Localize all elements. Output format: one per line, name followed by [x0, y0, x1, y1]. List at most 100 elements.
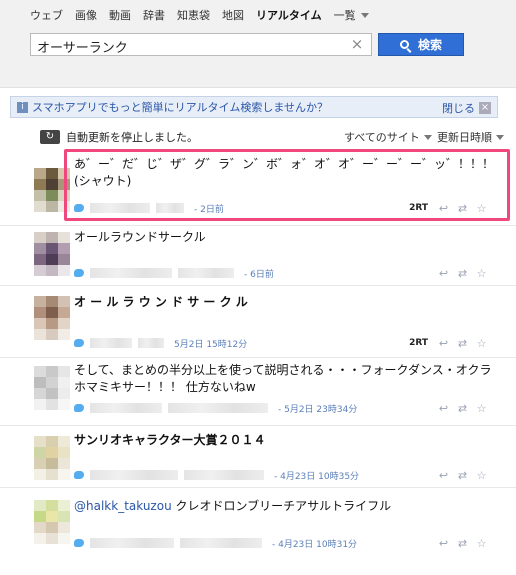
user-name-blurred[interactable]	[90, 203, 150, 213]
user-id-blurred[interactable]	[180, 538, 262, 548]
nav-images[interactable]: 画像	[75, 7, 97, 23]
site-filter-dropdown[interactable]: すべてのサイト	[344, 129, 432, 145]
avatar[interactable]	[34, 168, 70, 212]
retweet-icon[interactable]: ⇄	[456, 538, 469, 549]
tweet-time[interactable]: - 4月23日 10時35分	[274, 469, 359, 482]
site-filter-label: すべてのサイト	[344, 131, 420, 144]
close-icon: ×	[479, 102, 491, 114]
chevron-down-icon	[496, 134, 504, 140]
tweet-item: あ゛ー゛だ゛じ゛ザ゛グ゛ラ゛ン゛ボ゛ォ゛オ゛オ゛ー゛ー゛ー゛ッ゛！！！(シャウト…	[0, 148, 516, 226]
auto-update-status: 自動更新を停止しました。	[66, 131, 198, 144]
favorite-star-icon[interactable]: ☆	[475, 470, 488, 481]
chevron-down-icon	[360, 12, 369, 18]
user-id-blurred[interactable]	[178, 268, 234, 278]
mention-link[interactable]: @halkk_takuzou	[74, 499, 172, 513]
nav-more-label: 一覧	[333, 9, 356, 22]
nav-more[interactable]: 一覧	[334, 7, 381, 23]
nav-map[interactable]: 地図	[222, 7, 244, 23]
nav-realtime[interactable]: リアルタイム	[256, 7, 322, 23]
reply-icon[interactable]: ↩	[437, 338, 450, 349]
nav-chiebukuro[interactable]: 知恵袋	[177, 7, 210, 23]
tweet-meta: - 4月23日 10時35分 ↩ ⇄ ☆	[74, 468, 504, 482]
header: ウェブ 画像 動画 辞書 知恵袋 地図 リアルタイム 一覧 オーサーランク × …	[0, 0, 516, 88]
user-name-blurred[interactable]	[90, 538, 174, 548]
tweet-meta: - 2日前 2RT ↩ ⇄ ☆	[74, 201, 504, 215]
retweet-icon[interactable]: ⇄	[456, 403, 469, 414]
user-id-blurred[interactable]	[168, 403, 268, 413]
banner-close-button[interactable]: 閉じる ×	[442, 100, 491, 116]
avatar[interactable]	[34, 500, 70, 544]
twitter-bird-icon	[74, 539, 84, 547]
tweet-item: そして、まとめの半分以上を使って説明される・・・フォークダンス・オクラホマミキサ…	[0, 358, 516, 426]
tweet-text: オールラウンドサークル	[74, 230, 206, 244]
tweet-actions: ↩ ⇄ ☆	[437, 403, 488, 414]
retweet-icon[interactable]: ⇄	[456, 268, 469, 279]
tweet-meta: 5月2日 15時12分 2RT ↩ ⇄ ☆	[74, 336, 504, 350]
app-promo-link[interactable]: スマホアプリでもっと簡単にリアルタイム検索しませんか？	[32, 99, 328, 115]
tweet-item: オールラウンドサークル - 6日前 ↩ ⇄ ☆	[0, 226, 516, 286]
retweet-icon[interactable]: ⇄	[456, 470, 469, 481]
search-button-label: 検索	[417, 38, 442, 52]
reply-icon[interactable]: ↩	[437, 470, 450, 481]
user-name-blurred[interactable]	[90, 338, 132, 348]
twitter-bird-icon	[74, 269, 84, 277]
refresh-icon[interactable]: ↻	[40, 130, 60, 144]
retweet-icon[interactable]: ⇄	[456, 338, 469, 349]
tweet-time[interactable]: - 4月23日 10時31分	[272, 537, 357, 550]
retweet-count[interactable]: 2RT	[409, 203, 428, 213]
tweet-meta: - 6日前 ↩ ⇄ ☆	[74, 266, 504, 280]
sort-dropdown[interactable]: 更新日時順	[437, 129, 504, 145]
banner-close-label: 閉じる	[442, 102, 475, 115]
retweet-icon[interactable]: ⇄	[456, 203, 469, 214]
tweet-text: サンリオキャラクター大賞２０１４	[74, 433, 266, 447]
tweet-item: サンリオキャラクター大賞２０１４ - 4月23日 10時35分 ↩ ⇄ ☆	[0, 426, 516, 488]
tweet-time[interactable]: - 2日前	[194, 202, 224, 215]
twitter-bird-icon	[74, 339, 84, 347]
retweet-count[interactable]: 2RT	[409, 338, 428, 348]
tweet-text: @halkk_takuzou クレオドロンブリーチアサルトライフル	[74, 498, 494, 515]
tweet-meta: - 5月2日 23時34分 ↩ ⇄ ☆	[74, 401, 504, 415]
nav-dictionary[interactable]: 辞書	[143, 7, 165, 23]
user-name-blurred[interactable]	[90, 470, 178, 480]
reply-icon[interactable]: ↩	[437, 268, 450, 279]
twitter-bird-icon	[74, 204, 84, 212]
user-id-blurred[interactable]	[156, 203, 184, 213]
tweet-text: あ゛ー゛だ゛じ゛ザ゛グ゛ラ゛ン゛ボ゛ォ゛オ゛オ゛ー゛ー゛ー゛ッ゛！！！(シャウト…	[74, 157, 495, 188]
nav-web[interactable]: ウェブ	[30, 7, 63, 23]
tweet-text-body: クレオドロンブリーチアサルトライフル	[171, 499, 392, 513]
tweet-item: @halkk_takuzou クレオドロンブリーチアサルトライフル - 4月23…	[0, 488, 516, 575]
search-button[interactable]: 検索	[378, 33, 464, 56]
nav-video[interactable]: 動画	[109, 7, 131, 23]
chevron-down-icon	[423, 134, 432, 140]
app-promo-banner: i スマホアプリでもっと簡単にリアルタイム検索しませんか？ 閉じる ×	[10, 96, 498, 118]
tweet-time[interactable]: - 5月2日 23時34分	[278, 402, 357, 415]
search-icon	[399, 40, 409, 49]
reply-icon[interactable]: ↩	[437, 538, 450, 549]
tweet-meta: - 4月23日 10時31分 ↩ ⇄ ☆	[74, 536, 504, 550]
user-name-blurred[interactable]	[90, 403, 162, 413]
favorite-star-icon[interactable]: ☆	[475, 538, 488, 549]
avatar[interactable]	[34, 232, 70, 276]
tweet-text: そして、まとめの半分以上を使って説明される・・・フォークダンス・オクラホマミキサ…	[74, 363, 492, 394]
tweet-actions: ↩ ⇄ ☆	[437, 268, 488, 279]
favorite-star-icon[interactable]: ☆	[475, 203, 488, 214]
search-input[interactable]: オーサーランク	[30, 33, 372, 56]
reply-icon[interactable]: ↩	[437, 403, 450, 414]
tweet-actions: ↩ ⇄ ☆	[437, 538, 488, 549]
avatar[interactable]	[34, 436, 70, 480]
user-name-blurred[interactable]	[90, 268, 172, 278]
favorite-star-icon[interactable]: ☆	[475, 338, 488, 349]
clear-icon[interactable]: ×	[350, 37, 364, 52]
user-id-blurred[interactable]	[138, 338, 164, 348]
info-icon: i	[17, 101, 28, 113]
avatar[interactable]	[34, 296, 70, 340]
tweet-time[interactable]: 5月2日 15時12分	[174, 337, 247, 350]
tweet-item: オ ー ル ラ ウ ン ド サ ー ク ル 5月2日 15時12分 2RT ↩ …	[0, 286, 516, 358]
favorite-star-icon[interactable]: ☆	[475, 268, 488, 279]
search-nav: ウェブ 画像 動画 辞書 知恵袋 地図 リアルタイム 一覧	[30, 7, 393, 23]
favorite-star-icon[interactable]: ☆	[475, 403, 488, 414]
user-id-blurred[interactable]	[184, 470, 264, 480]
reply-icon[interactable]: ↩	[437, 203, 450, 214]
tweet-time[interactable]: - 6日前	[244, 267, 274, 280]
avatar[interactable]	[34, 366, 70, 410]
